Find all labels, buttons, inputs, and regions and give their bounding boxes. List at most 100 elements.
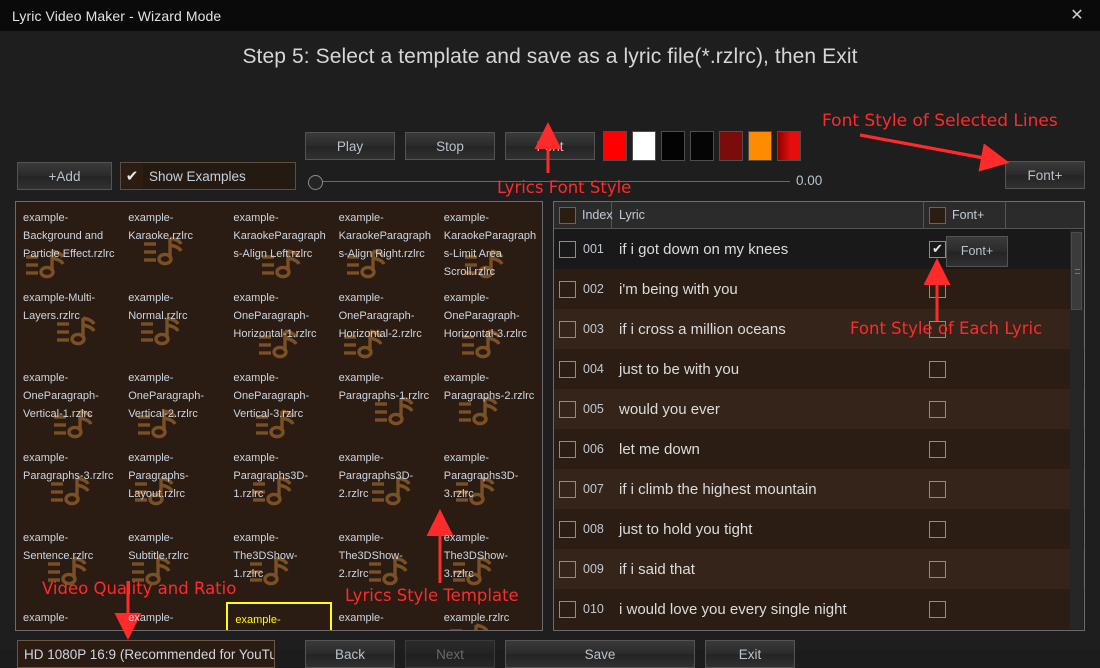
play-button[interactable]: Play [305, 132, 395, 160]
stop-button[interactable]: Stop [405, 132, 495, 160]
add-template-button[interactable]: +Add [17, 162, 112, 190]
row-font-plus-button[interactable]: Font+ [946, 235, 1008, 267]
template-item-label: example-Paragraphs-2.rzlrc [443, 372, 535, 402]
row-font-checkbox[interactable]: ✔ [929, 240, 946, 258]
row-font-checkbox[interactable] [929, 480, 946, 498]
template-item[interactable]: example-Paragraphs3D-1.rzlrc [226, 442, 331, 522]
row-font-checkbox[interactable] [929, 560, 946, 578]
template-item[interactable]: example-Paragraphs3D-3.rzlrc [437, 442, 542, 522]
template-item[interactable]: example-Paragraphs-3.rzlrc [16, 442, 121, 522]
close-icon[interactable]: ✕ [1054, 0, 1100, 31]
row-lyric-text[interactable]: i'm being with you [612, 281, 924, 298]
table-row[interactable]: 009 if i said that [554, 549, 1084, 589]
row-checkbox[interactable] [559, 600, 576, 618]
template-item[interactable]: example-OneParagraph-Vertical-2.rzlrc [121, 362, 226, 442]
template-item[interactable]: example-Background and Particle Effect.r… [16, 202, 121, 282]
row-lyric-text[interactable]: i would love you every single night [612, 601, 924, 618]
template-item[interactable]: example-Paragraphs-Layout.rzlrc [121, 442, 226, 522]
template-item[interactable]: example-WordbyWord-ball-1.rzlrc [226, 602, 332, 630]
row-lyric-text[interactable]: just to hold you tight [612, 521, 924, 538]
template-item[interactable]: example-OneParagraph-Vertical-3.rzlrc [226, 362, 331, 442]
save-button[interactable]: Save [505, 640, 695, 668]
row-lyric-text[interactable]: let me down [612, 441, 924, 458]
template-item-label: example-The3DShow-1.rzlrc [233, 532, 298, 580]
row-font-checkbox[interactable] [929, 440, 946, 458]
color-swatch-1[interactable] [632, 131, 656, 161]
template-item[interactable]: example-The3DShow-1.rzlrc [226, 522, 331, 602]
template-item-label: example-Background and Particle Effect.r… [23, 212, 115, 260]
row-select-cell: 004 [554, 360, 612, 378]
header-font-checkbox[interactable] [929, 206, 946, 224]
template-item[interactable]: example-The3DShow-5.rzlrc [121, 602, 226, 630]
header-font-cell[interactable]: Font+ [924, 202, 1006, 228]
table-row[interactable]: 007 if i climb the highest mountain [554, 469, 1084, 509]
row-lyric-text[interactable]: just to be with you [612, 361, 924, 378]
row-font-checkbox[interactable] [929, 360, 946, 378]
annotation-video-quality: Video Quality and Ratio [42, 579, 237, 598]
header-index-cell[interactable]: Index [554, 202, 613, 228]
video-quality-select[interactable]: HD 1080P 16:9 (Recommended for YouTube) [17, 640, 275, 668]
page-title: Step 5: Select a template and save as a … [242, 45, 858, 68]
template-item[interactable]: example-KaraokeParagraphs-Align Left.rzl… [226, 202, 331, 282]
table-row[interactable]: 001 if i got down on my knees ✔ Font+ [554, 229, 1084, 269]
template-item[interactable]: example-Karaoke.rzlrc [121, 202, 226, 282]
select-all-checkbox[interactable] [559, 206, 576, 224]
template-item[interactable]: example-The3DShow-4.rzlrc [16, 602, 121, 630]
color-swatch-2[interactable] [661, 131, 685, 161]
template-item[interactable]: example-OneParagraph-Horizontal-2.rzlrc [332, 282, 437, 362]
row-lyric-text[interactable]: if i said that [612, 561, 924, 578]
template-item[interactable]: example-KaraokeParagraphs-Align Right.rz… [332, 202, 437, 282]
template-item[interactable]: example-OneParagraph-Vertical-1.rzlrc [16, 362, 121, 442]
table-row[interactable]: 002 i'm being with you [554, 269, 1084, 309]
template-item-label: example-OneParagraph-Vertical-1.rzlrc [23, 372, 99, 420]
template-item[interactable]: example-OneParagraph-Horizontal-3.rzlrc [437, 282, 542, 362]
color-swatch-4[interactable] [719, 131, 743, 161]
lyric-table-panel[interactable]: Index Lyric Font+ 001 if i got down on my… [553, 201, 1085, 631]
color-swatch-3[interactable] [690, 131, 714, 161]
row-font-checkbox[interactable] [929, 400, 946, 418]
row-checkbox[interactable] [559, 320, 576, 338]
table-row[interactable]: 005 would you ever [554, 389, 1084, 429]
template-item[interactable]: example-WordbyWord-ball-2.rzlrc [332, 602, 437, 630]
template-item[interactable]: example-Normal.rzlrc [121, 282, 226, 362]
table-row[interactable]: 004 just to be with you [554, 349, 1084, 389]
row-lyric-text[interactable]: if i climb the highest mountain [612, 481, 924, 498]
row-checkbox[interactable] [559, 280, 576, 298]
font-button[interactable]: Font [505, 132, 595, 160]
color-swatch-0[interactable] [603, 131, 627, 161]
template-list-panel[interactable]: example-Background and Particle Effect.r… [15, 201, 543, 631]
table-row[interactable]: 008 just to hold you tight [554, 509, 1084, 549]
template-item-label: example-Paragraphs3D-2.rzlrc [338, 452, 414, 500]
template-item[interactable]: example-Paragraphs3D-2.rzlrc [332, 442, 437, 522]
row-lyric-text[interactable]: if i got down on my knees [612, 241, 924, 258]
table-row[interactable]: 010 i would love you every single night [554, 589, 1084, 629]
row-checkbox[interactable] [559, 400, 576, 418]
row-checkbox[interactable] [559, 360, 576, 378]
template-item[interactable]: example-KaraokeParagraphs-Limit Area Scr… [437, 202, 542, 282]
template-item[interactable]: example-Paragraphs-1.rzlrc [332, 362, 437, 442]
color-swatch-5[interactable] [748, 131, 772, 161]
row-font-checkbox[interactable] [929, 520, 946, 538]
annotation-template: Lyrics Style Template [345, 586, 519, 605]
lyric-table-scrollbar[interactable] [1070, 230, 1083, 629]
slider-knob[interactable] [308, 175, 323, 190]
font-plus-selected-lines-button[interactable]: Font+ [1005, 161, 1085, 189]
row-checkbox[interactable] [559, 520, 576, 538]
color-swatch-6[interactable] [777, 131, 801, 161]
row-checkbox[interactable] [559, 240, 576, 258]
exit-button[interactable]: Exit [705, 640, 795, 668]
row-checkbox[interactable] [559, 440, 576, 458]
row-font-checkbox[interactable] [929, 600, 946, 618]
row-checkbox[interactable] [559, 560, 576, 578]
template-item[interactable]: example.rzlrc [437, 602, 542, 630]
template-item[interactable]: example-Multi-Layers.rzlrc [16, 282, 121, 362]
show-examples-checkbox[interactable]: ✔ Show Examples [120, 162, 296, 190]
row-lyric-text[interactable]: would you ever [612, 401, 924, 418]
row-font-checkbox[interactable] [929, 280, 946, 298]
table-row[interactable]: 006 let me down [554, 429, 1084, 469]
template-item[interactable]: example-OneParagraph-Horizontal-1.rzlrc [226, 282, 331, 362]
row-checkbox[interactable] [559, 480, 576, 498]
back-button[interactable]: Back [305, 640, 395, 668]
scrollbar-thumb[interactable] [1071, 232, 1082, 310]
template-item[interactable]: example-Paragraphs-2.rzlrc [437, 362, 542, 442]
